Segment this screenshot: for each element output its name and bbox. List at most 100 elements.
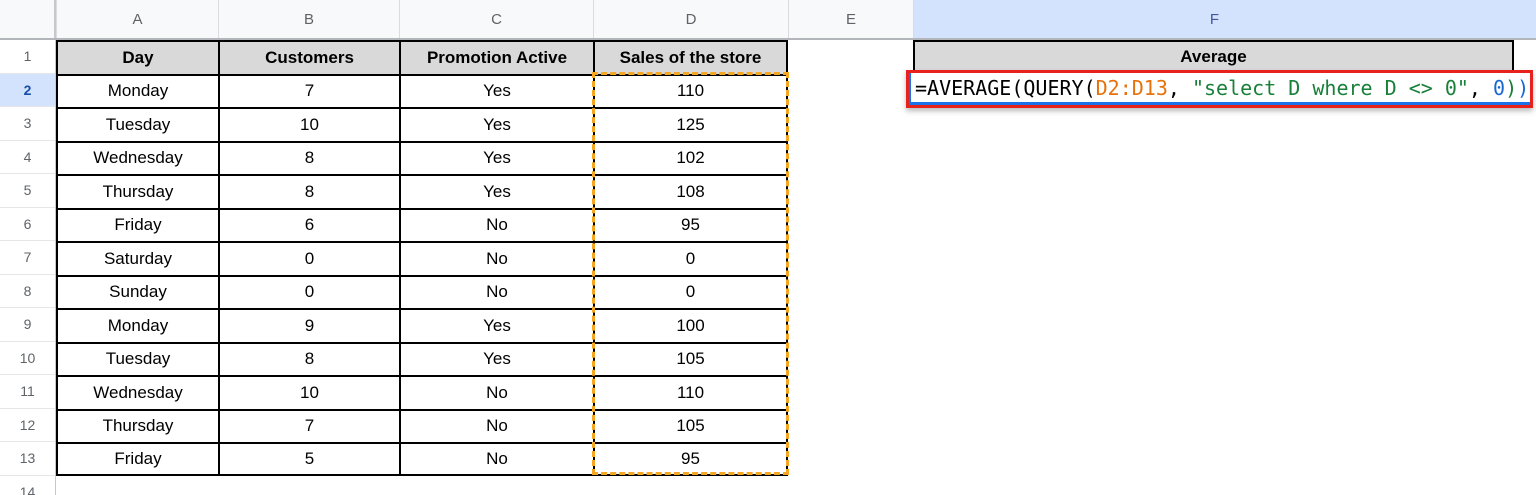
cell-c5[interactable]: Yes <box>399 174 593 208</box>
cell-d11[interactable]: 110 <box>593 375 788 409</box>
table-row: Saturday 0 No 0 <box>56 241 788 275</box>
table-row: Thursday 7 No 105 <box>56 408 788 442</box>
cell-d1[interactable]: Sales of the store <box>593 40 788 74</box>
cell-a6[interactable]: Friday <box>56 207 218 241</box>
cell-d5[interactable]: 108 <box>593 174 788 208</box>
cell-b3[interactable]: 10 <box>218 107 399 141</box>
cell-d3[interactable]: 125 <box>593 107 788 141</box>
column-header-c[interactable]: C <box>399 0 593 38</box>
cell-c6[interactable]: No <box>399 207 593 241</box>
cell-b10[interactable]: 8 <box>218 341 399 375</box>
column-header-e[interactable]: E <box>788 0 913 38</box>
cell-a10[interactable]: Tuesday <box>56 341 218 375</box>
cell-b2[interactable]: 7 <box>218 73 399 107</box>
cell-d12[interactable]: 105 <box>593 408 788 442</box>
cell-a4[interactable]: Wednesday <box>56 140 218 174</box>
formula-segment-paren: ) <box>1517 75 1530 100</box>
row-header-2-selected[interactable]: 2 <box>0 73 55 107</box>
row-header-5[interactable]: 5 <box>0 174 55 208</box>
cell-b11[interactable]: 10 <box>218 375 399 409</box>
cell-c13[interactable]: No <box>399 442 593 476</box>
cell-a3[interactable]: Tuesday <box>56 107 218 141</box>
table-header-row: Day Customers Promotion Active Sales of … <box>56 40 788 74</box>
row-header-12[interactable]: 12 <box>0 408 55 442</box>
table-row: Thursday 8 Yes 108 <box>56 174 788 208</box>
column-letter-f: F <box>1209 10 1220 28</box>
cell-c8[interactable]: No <box>399 274 593 308</box>
cell-d9[interactable]: 100 <box>593 308 788 342</box>
cell-b4[interactable]: 8 <box>218 140 399 174</box>
cell-c2[interactable]: Yes <box>399 73 593 107</box>
formula-segment-string: "select D where D <> 0" <box>1191 75 1469 100</box>
cell-c4[interactable]: Yes <box>399 140 593 174</box>
cell-c3[interactable]: Yes <box>399 107 593 141</box>
row-header-6[interactable]: 6 <box>0 207 55 241</box>
row-header-10[interactable]: 10 <box>0 341 55 375</box>
formula-segment-range: D2:D13 <box>1095 75 1168 100</box>
cell-c9[interactable]: Yes <box>399 308 593 342</box>
column-header-d[interactable]: D <box>593 0 788 38</box>
row-header-3[interactable]: 3 <box>0 107 55 141</box>
cell-a9[interactable]: Monday <box>56 308 218 342</box>
cell-b1[interactable]: Customers <box>218 40 399 74</box>
cell-a12[interactable]: Thursday <box>56 408 218 442</box>
table-row: Monday 7 Yes 110 <box>56 73 788 107</box>
cell-a2[interactable]: Monday <box>56 73 218 107</box>
row-header-9[interactable]: 9 <box>0 308 55 342</box>
data-table: Day Customers Promotion Active Sales of … <box>56 40 788 476</box>
cell-b13[interactable]: 5 <box>218 442 399 476</box>
column-header-strip: A B C D E F <box>0 0 1536 40</box>
cell-b5[interactable]: 8 <box>218 174 399 208</box>
cell-c10[interactable]: Yes <box>399 341 593 375</box>
cell-f1-average-header[interactable]: Average <box>913 40 1514 74</box>
column-header-a[interactable]: A <box>56 0 218 38</box>
cell-b6[interactable]: 6 <box>218 207 399 241</box>
select-all-corner[interactable] <box>0 0 56 38</box>
spreadsheet: A B C D E F 1 2 3 4 5 6 7 8 9 10 11 12 1… <box>0 0 1536 495</box>
row-header-11[interactable]: 11 <box>0 375 55 409</box>
formula-segment-function: =AVERAGE(QUERY( <box>915 75 1096 100</box>
column-header-b[interactable]: B <box>218 0 399 38</box>
row-header-4[interactable]: 4 <box>0 140 55 174</box>
cell-d10[interactable]: 105 <box>593 341 788 375</box>
cell-a8[interactable]: Sunday <box>56 274 218 308</box>
cell-a1[interactable]: Day <box>56 40 218 74</box>
table-row: Sunday 0 No 0 <box>56 274 788 308</box>
table-row: Tuesday 8 Yes 105 <box>56 341 788 375</box>
cell-b12[interactable]: 7 <box>218 408 399 442</box>
cell-a13[interactable]: Friday <box>56 442 218 476</box>
table-row: Friday 6 No 95 <box>56 207 788 241</box>
cell-c7[interactable]: No <box>399 241 593 275</box>
table-row: Wednesday 10 No 110 <box>56 375 788 409</box>
row-header-8[interactable]: 8 <box>0 274 55 308</box>
cell-b9[interactable]: 9 <box>218 308 399 342</box>
formula-segment-comma: , <box>1167 75 1192 100</box>
cell-d2[interactable]: 110 <box>593 73 788 107</box>
cell-c1[interactable]: Promotion Active <box>399 40 593 74</box>
table-row: Wednesday 8 Yes 102 <box>56 140 788 174</box>
cell-d8[interactable]: 0 <box>593 274 788 308</box>
row-header-14[interactable]: 14 <box>0 475 55 495</box>
table-row: Tuesday 10 Yes 125 <box>56 107 788 141</box>
table-row: Friday 5 No 95 <box>56 442 788 476</box>
cell-b8[interactable]: 0 <box>218 274 399 308</box>
formula-segment-paren: ) <box>1505 75 1518 100</box>
cell-d6[interactable]: 95 <box>593 207 788 241</box>
column-header-f-selected[interactable]: F <box>913 0 1536 38</box>
cell-a7[interactable]: Saturday <box>56 241 218 275</box>
cell-d4[interactable]: 102 <box>593 140 788 174</box>
row-header-gutter: 1 2 3 4 5 6 7 8 9 10 11 12 13 14 <box>0 40 56 495</box>
cell-d13[interactable]: 95 <box>593 442 788 476</box>
cell-a11[interactable]: Wednesday <box>56 375 218 409</box>
formula-segment-comma: , <box>1468 75 1494 100</box>
cell-c11[interactable]: No <box>399 375 593 409</box>
cell-f2-formula-input[interactable]: =AVERAGE(QUERY(D2:D13, "select D where D… <box>909 73 1530 105</box>
formula-segment-number: 0 <box>1493 75 1506 100</box>
cell-b7[interactable]: 0 <box>218 241 399 275</box>
cell-a5[interactable]: Thursday <box>56 174 218 208</box>
row-header-7[interactable]: 7 <box>0 241 55 275</box>
cell-d7[interactable]: 0 <box>593 241 788 275</box>
row-header-13[interactable]: 13 <box>0 442 55 476</box>
row-header-1[interactable]: 1 <box>0 40 55 74</box>
cell-c12[interactable]: No <box>399 408 593 442</box>
